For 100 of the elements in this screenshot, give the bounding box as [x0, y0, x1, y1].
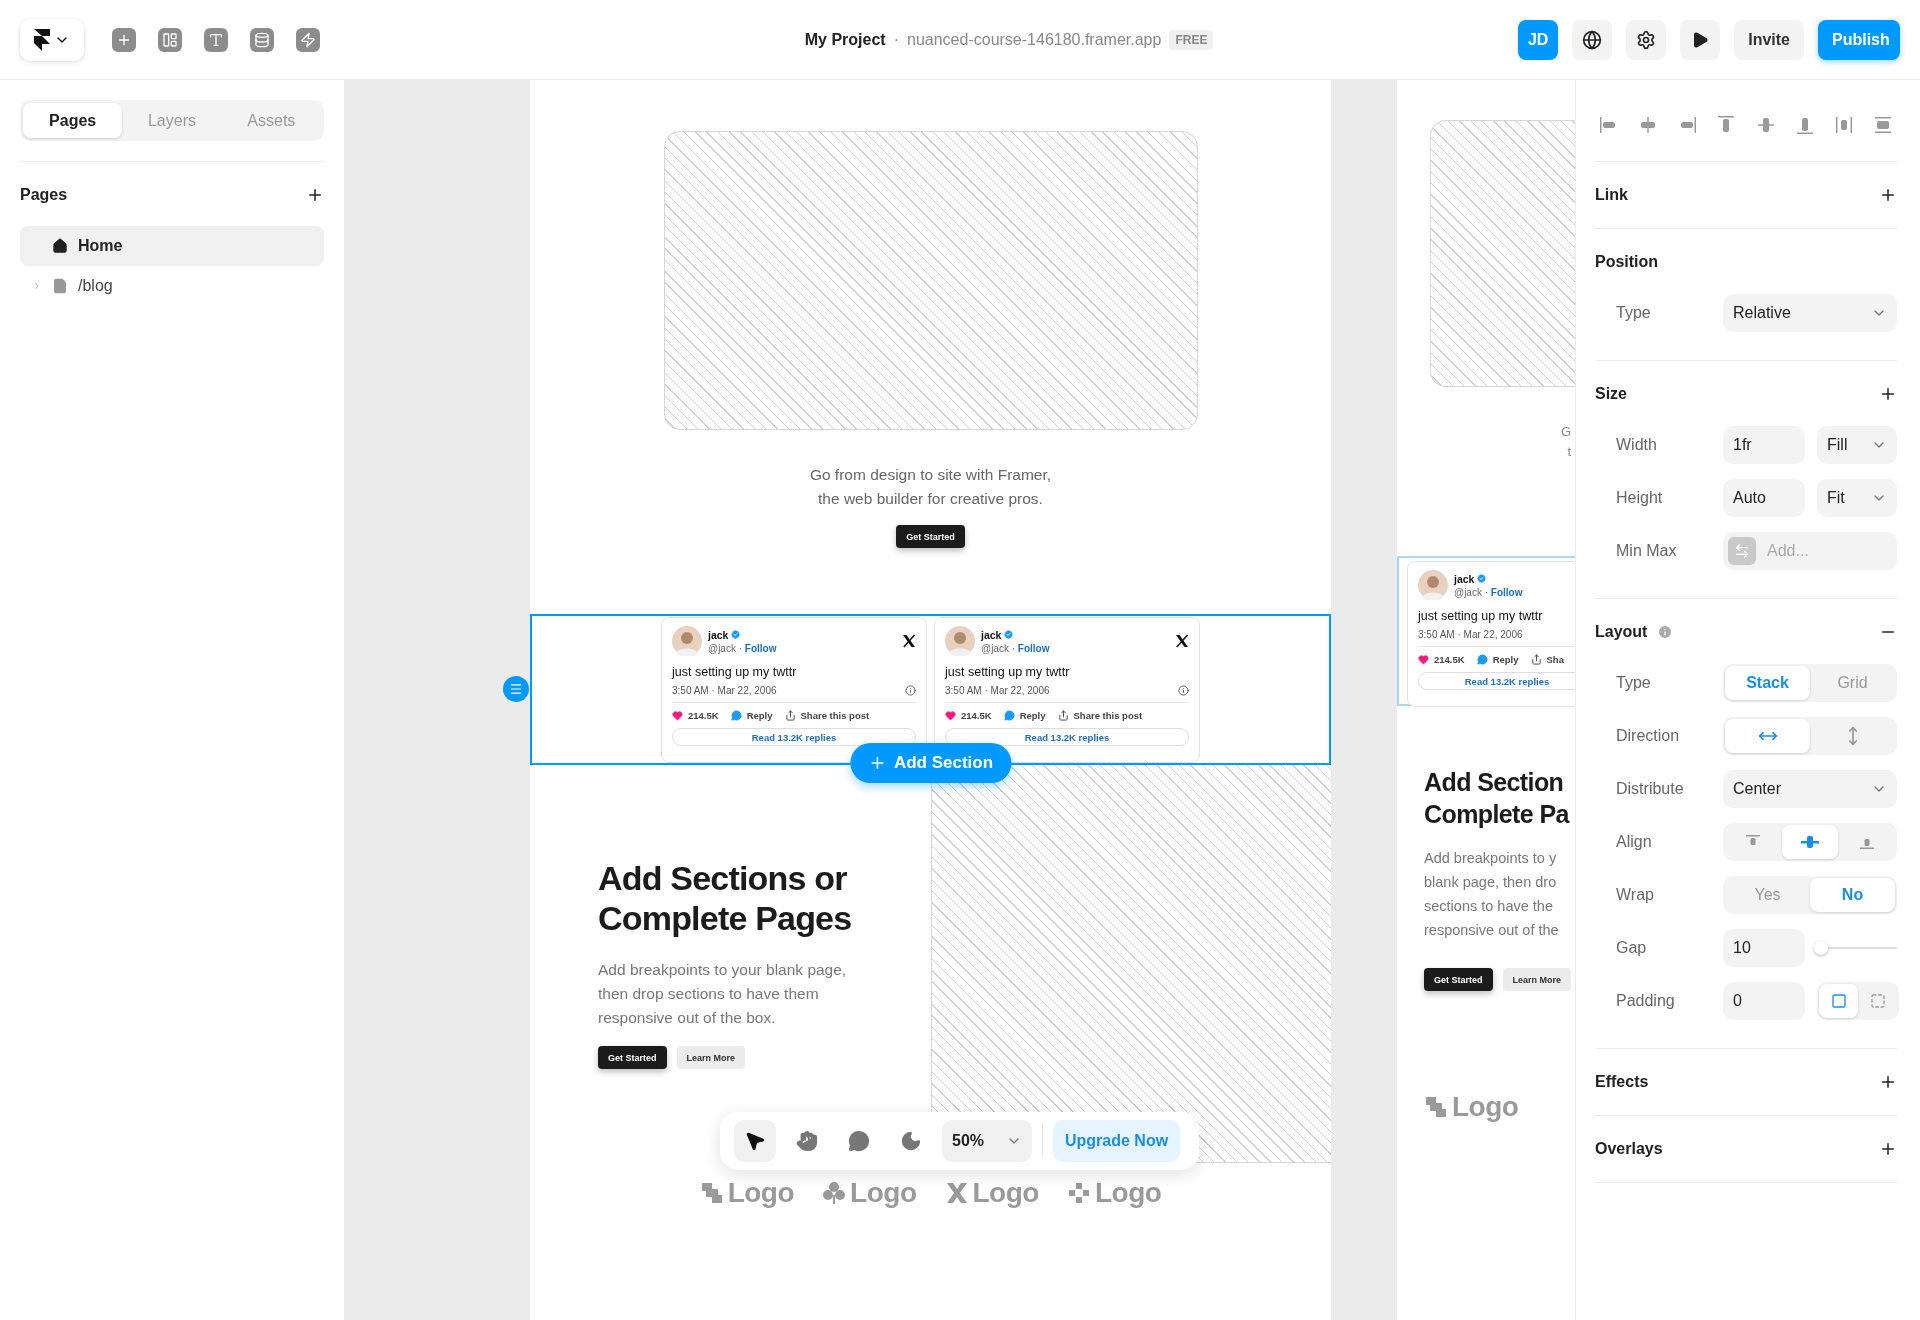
- select-dropdown[interactable]: Fill: [1817, 426, 1897, 464]
- feature-heading: Add Section: [1424, 767, 1565, 798]
- heart-icon[interactable]: [945, 710, 956, 721]
- like-count: 214.5K: [961, 710, 992, 721]
- project-name[interactable]: My Project: [804, 30, 886, 49]
- pointer-tool[interactable]: [734, 1120, 776, 1162]
- comment-icon: [848, 1130, 870, 1152]
- add-icon[interactable]: [1879, 1140, 1897, 1158]
- read-replies-button[interactable]: Read 13.2K replies: [672, 728, 916, 746]
- settings-button[interactable]: [1626, 19, 1667, 60]
- avatar-icon: [1418, 570, 1448, 600]
- feature-text: responsive out of the: [1424, 921, 1560, 940]
- segment-option[interactable]: [1781, 825, 1839, 859]
- segment-option[interactable]: [1819, 984, 1858, 1018]
- dashed-square-icon: [1869, 993, 1886, 1009]
- separator: ·: [893, 30, 899, 49]
- select-dropdown[interactable]: Fit: [1817, 479, 1897, 517]
- learn-more-button[interactable]: Learn More: [1502, 968, 1572, 991]
- logo-text: Logo: [1452, 1091, 1519, 1123]
- add-icon[interactable]: [1879, 385, 1897, 403]
- reply-icon[interactable]: [1476, 654, 1488, 665]
- share-icon[interactable]: [1530, 654, 1542, 665]
- slider-thumb[interactable]: [1814, 941, 1828, 955]
- caret-icon[interactable]: [32, 281, 42, 291]
- add-icon[interactable]: [306, 186, 324, 204]
- get-started-button[interactable]: Get Started: [896, 525, 965, 548]
- info-icon[interactable]: [1178, 685, 1189, 696]
- invite-button[interactable]: Invite: [1734, 19, 1804, 60]
- globe-button[interactable]: [1572, 19, 1613, 60]
- feature-text: Add breakpoints to y: [1424, 849, 1558, 868]
- add-icon[interactable]: [1879, 186, 1897, 204]
- learn-more-button[interactable]: Learn More: [676, 1046, 746, 1069]
- lightning-icon[interactable]: [296, 27, 320, 52]
- follow-link[interactable]: Follow: [1017, 642, 1050, 654]
- align-top-icon[interactable]: [1716, 115, 1737, 135]
- insert-icon[interactable]: [112, 27, 136, 52]
- property-label: Wrap: [1615, 886, 1655, 904]
- logo-mark-icon: [699, 1181, 724, 1205]
- align-middle-icon[interactable]: [1755, 115, 1776, 135]
- database-icon[interactable]: [250, 27, 274, 52]
- get-started-button[interactable]: Get Started: [598, 1046, 667, 1069]
- property-label: Type: [1615, 674, 1652, 692]
- property-label: Distribute: [1615, 780, 1685, 798]
- value-field[interactable]: Auto: [1723, 479, 1805, 517]
- author-name: jack: [1454, 572, 1475, 585]
- info-icon[interactable]: [905, 685, 916, 696]
- follow-link[interactable]: Follow: [1490, 586, 1523, 598]
- value-field[interactable]: 1fr: [1723, 426, 1805, 464]
- read-replies-button[interactable]: Read 13.2K replies: [945, 728, 1189, 746]
- heart-icon[interactable]: [672, 710, 683, 721]
- segment-option[interactable]: Stack: [1725, 666, 1810, 700]
- layout-icon[interactable]: [158, 27, 182, 52]
- get-started-button[interactable]: Get Started: [1424, 968, 1493, 991]
- logo-text: Logo: [1094, 1177, 1162, 1209]
- logo-mark-icon: [822, 1181, 847, 1205]
- reply-icon[interactable]: [1003, 710, 1015, 721]
- main-menu-button[interactable]: [20, 18, 84, 61]
- verified-icon: [1003, 629, 1015, 640]
- settings-icon: [1636, 29, 1657, 50]
- section-handle-icon[interactable]: [503, 676, 529, 702]
- reply-icon[interactable]: [730, 710, 742, 721]
- tweet-text: just setting up my twttr: [945, 665, 1071, 679]
- property-label: Type: [1615, 304, 1652, 322]
- align-bottom-icon[interactable]: [1794, 115, 1815, 135]
- site-url[interactable]: nuanced-course-146180.framer.app: [907, 30, 1162, 49]
- file-icon: [52, 278, 68, 294]
- share-icon[interactable]: [1057, 710, 1069, 721]
- reply-label: Reply: [1019, 710, 1046, 721]
- select-dropdown[interactable]: Relative: [1723, 294, 1897, 332]
- zoom-dropdown[interactable]: 50%: [942, 1120, 1032, 1162]
- author-handle: @jack · Follow: [1454, 586, 1524, 598]
- heart-icon[interactable]: [1418, 654, 1429, 665]
- read-replies-button[interactable]: Read 13.2K replies: [1418, 672, 1575, 690]
- x-logo-icon[interactable]: [902, 634, 916, 648]
- value-field[interactable]: 10: [1723, 929, 1805, 967]
- logo-mark-icon: [944, 1181, 969, 1205]
- text-icon[interactable]: [204, 27, 228, 52]
- follow-link[interactable]: Follow: [744, 642, 777, 654]
- select-dropdown[interactable]: Center: [1723, 770, 1897, 808]
- x-logo-icon[interactable]: [1175, 634, 1189, 648]
- segment-option[interactable]: [1725, 719, 1810, 753]
- section-title: Position: [1595, 253, 1659, 271]
- moon-icon: [900, 1130, 922, 1152]
- distribute-horizontal-icon[interactable]: [1833, 115, 1854, 135]
- page-item[interactable]: Home: [20, 226, 324, 266]
- feature-text: sections to have the: [1424, 897, 1554, 916]
- avatar-icon: [945, 626, 975, 656]
- intro-text: Go from design to site with Framer, the web builder for creative pros.: [808, 465, 1053, 509]
- share-icon[interactable]: [784, 710, 796, 721]
- page-item[interactable]: /blog: [20, 266, 324, 306]
- add-icon[interactable]: [1879, 1073, 1897, 1091]
- author-handle: @jack · Follow: [708, 642, 778, 654]
- preview-button[interactable]: [1680, 19, 1721, 60]
- property-label: Direction: [1615, 727, 1681, 745]
- segment-option[interactable]: No: [1810, 878, 1895, 912]
- logo-text: Logo: [972, 1177, 1039, 1209]
- value-field[interactable]: 0: [1723, 982, 1805, 1020]
- panel-tab[interactable]: Pages: [23, 103, 123, 138]
- distribute-vertical-icon[interactable]: [1873, 115, 1893, 135]
- logo-text: Logo: [727, 1177, 795, 1209]
